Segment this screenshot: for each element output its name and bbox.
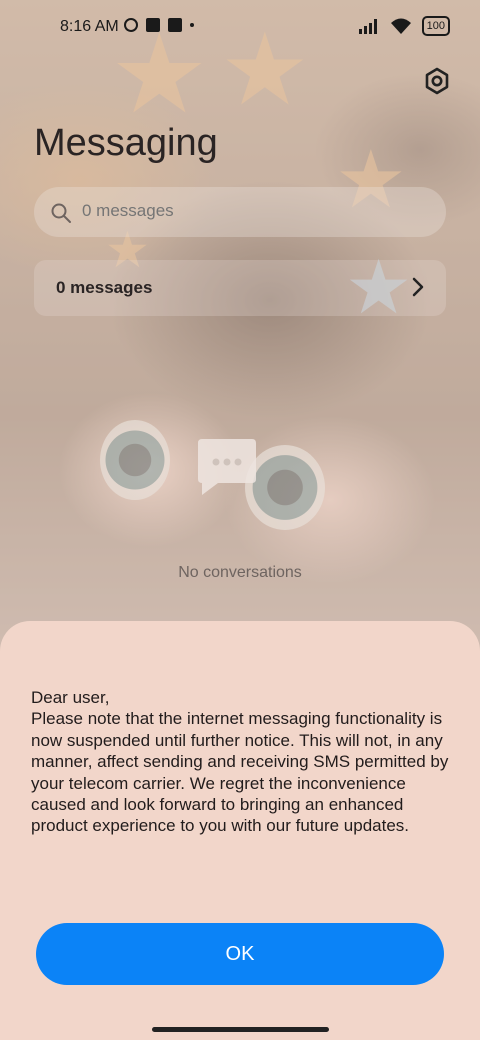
status-icons: 100 [358,16,450,36]
status-time: 8:16 AM [60,18,119,35]
notification-icons [124,18,194,32]
status-bar: 8:16 AM 100 [0,0,480,56]
chat-bubble-icon [198,439,256,495]
settings-button[interactable] [420,64,454,98]
signal-icon [358,19,377,34]
page-title: Messaging [34,122,218,164]
search-icon [51,203,71,223]
search-input[interactable] [82,201,382,221]
app-notification-icon [146,18,160,32]
gear-icon [425,67,449,95]
notice-message: Dear user, Please note that the internet… [31,688,449,836]
messages-row[interactable]: 0 messages [34,260,446,316]
messages-count-label: 0 messages [56,278,153,297]
wifi-icon [390,18,411,34]
app-notification-icon [124,18,138,32]
home-indicator[interactable] [152,1027,329,1032]
more-notifications-icon [190,23,194,27]
battery-icon: 100 [421,16,450,36]
empty-state-text: No conversations [178,564,302,581]
ok-button[interactable]: OK [36,923,444,985]
upload-icon [168,18,182,32]
chevron-right-icon [412,277,424,297]
